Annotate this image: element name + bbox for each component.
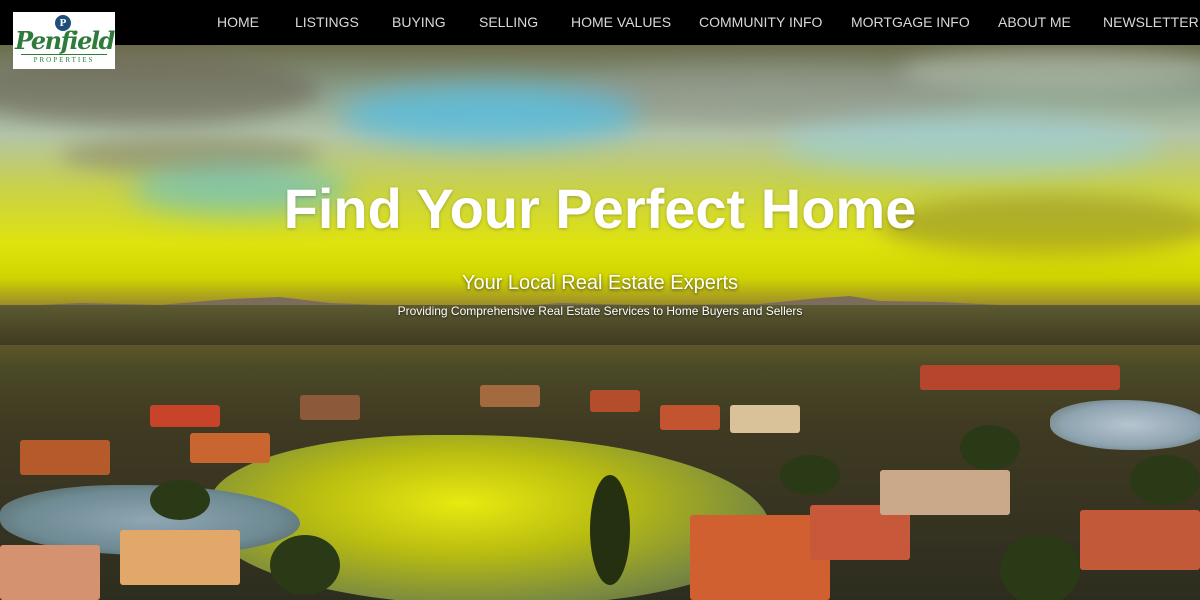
sky-patch: [340, 85, 640, 145]
hero-banner: [0, 45, 1200, 600]
tree: [1130, 455, 1200, 505]
hero-subtitle: Your Local Real Estate Experts: [461, 272, 739, 294]
tree: [270, 535, 340, 595]
house-roof: [480, 385, 540, 407]
brand-logo[interactable]: P Penfield PROPERTIES: [13, 12, 115, 69]
tree: [960, 425, 1020, 470]
house-roof: [300, 395, 360, 420]
cloud-shape: [900, 50, 1200, 90]
nav-item-mortgage-info[interactable]: MORTGAGE INFO: [851, 14, 970, 30]
tree: [590, 475, 630, 585]
house-roof: [1080, 510, 1200, 570]
nav-item-home[interactable]: HOME: [217, 14, 259, 30]
house-roof: [190, 433, 270, 463]
tree: [780, 455, 840, 495]
nav-item-selling[interactable]: SELLING: [479, 14, 538, 30]
top-navigation-bar: HOME LISTINGS BUYING SELLING HOME VALUES…: [0, 0, 1200, 45]
house-roof: [150, 405, 220, 427]
logo-name: Penfield: [15, 26, 115, 55]
house-roof: [0, 545, 100, 600]
house-roof: [20, 440, 110, 475]
logo-divider: [21, 54, 107, 55]
nav-item-buying[interactable]: BUYING: [392, 14, 446, 30]
house-roof: [660, 405, 720, 430]
house-roof: [120, 530, 240, 585]
nav-item-about-me[interactable]: ABOUT ME: [998, 14, 1071, 30]
house-roof: [880, 470, 1010, 515]
house-roof: [730, 405, 800, 433]
nav-item-home-values[interactable]: HOME VALUES: [571, 14, 671, 30]
house-roof: [920, 365, 1120, 390]
hero-title: Find Your Perfect Home: [283, 177, 917, 240]
house-roof: [690, 515, 830, 600]
sky-patch: [780, 115, 1160, 175]
nav-item-newsletter[interactable]: NEWSLETTER: [1103, 14, 1199, 30]
nav-item-listings[interactable]: LISTINGS: [295, 14, 359, 30]
tree: [150, 480, 210, 520]
lake: [1050, 400, 1200, 450]
house-roof: [590, 390, 640, 412]
hero-description: Providing Comprehensive Real Estate Serv…: [397, 304, 803, 318]
aerial-neighborhood: [0, 305, 1200, 600]
tree: [1000, 535, 1080, 600]
main-menu: HOME LISTINGS BUYING SELLING HOME VALUES…: [0, 0, 1200, 45]
nav-item-community-info[interactable]: COMMUNITY INFO: [699, 14, 822, 30]
logo-subtitle: PROPERTIES: [33, 56, 95, 64]
